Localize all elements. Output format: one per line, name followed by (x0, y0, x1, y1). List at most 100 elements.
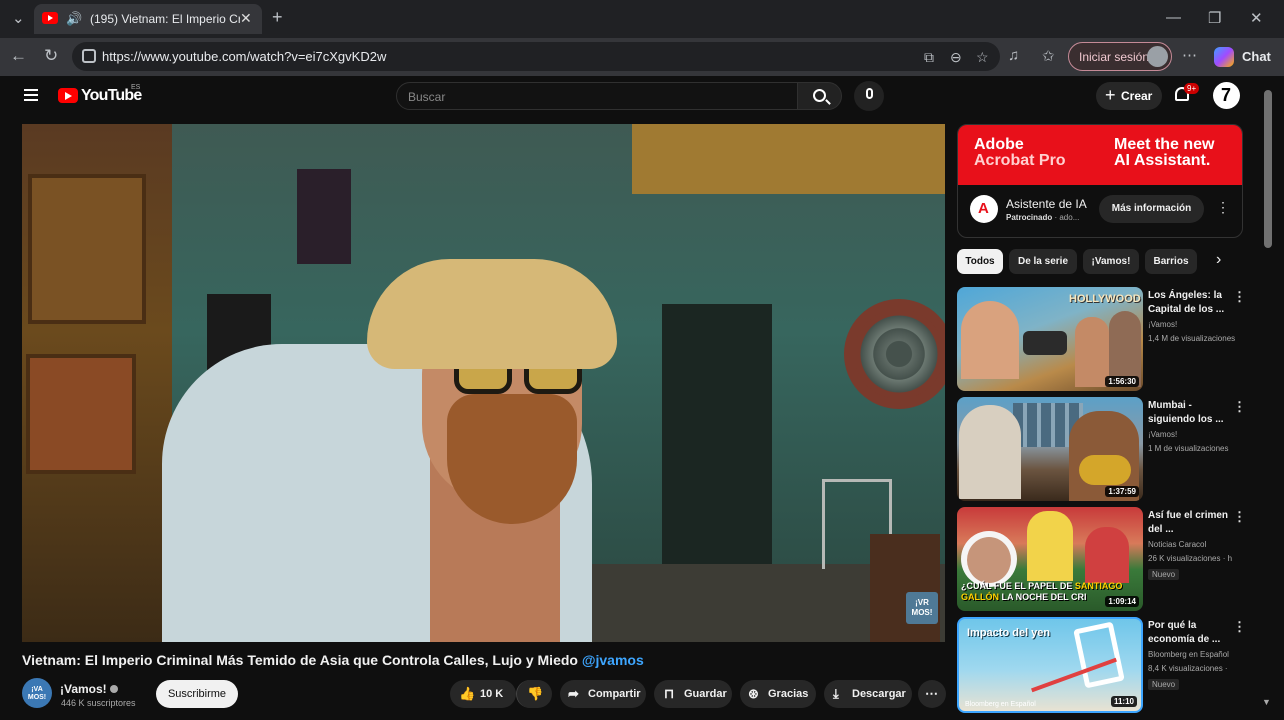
browser-toolbar: ← ↻ https://www.youtube.com/watch?v=ei7c… (0, 38, 1284, 76)
video-frame-painting (26, 354, 136, 474)
video-thumbnail[interactable]: Impacto del yen Bloomberg en Español 11:… (957, 617, 1143, 713)
video-duration: 1:37:59 (1105, 486, 1139, 497)
hamburger-menu-icon[interactable] (24, 89, 38, 101)
video-thumbnail[interactable]: HOLLYWOOD 1:56:30 (957, 287, 1143, 391)
more-options-icon[interactable]: ⋯ (1182, 46, 1197, 64)
recommended-video[interactable]: HOLLYWOOD 1:56:30 Los Ángeles: la Capita… (957, 287, 1257, 391)
video-title-text: Vietnam: El Imperio Criminal Más Temido … (22, 652, 578, 668)
chip-barrios[interactable]: Barrios (1145, 249, 1197, 274)
channel-watermark[interactable]: ¡VR MOS! (906, 592, 938, 624)
video-channel[interactable]: ¡Vamos! (1148, 320, 1246, 329)
ad-banner[interactable]: Adobe Acrobat Pro Meet the new AI Assist… (958, 125, 1242, 185)
thumbs-down-icon: 👎 (527, 686, 544, 701)
recommended-video[interactable]: Impacto del yen Bloomberg en Español 11:… (957, 617, 1257, 713)
tab-list-icon[interactable]: ⌄ (12, 9, 25, 27)
video-title[interactable]: Así fue el crimen del ... (1148, 509, 1230, 537)
ad-banner-headline-2: AI Assistant. (1114, 152, 1211, 169)
notifications-badge: 9+ (1184, 83, 1200, 94)
video-thumbnail[interactable]: 1:37:59 (957, 397, 1143, 501)
kebab-menu-icon[interactable]: ⋮ (1233, 619, 1246, 635)
more-actions-button[interactable]: ⋯ (918, 680, 946, 708)
signin-button[interactable]: Iniciar sesión (1068, 42, 1172, 71)
create-button[interactable]: + Crear (1096, 82, 1162, 110)
favorites-icon[interactable]: ✩ (1042, 47, 1055, 65)
search-button[interactable] (797, 82, 842, 110)
chevron-right-icon[interactable]: › (1216, 251, 1221, 269)
site-info-icon[interactable] (82, 49, 96, 63)
tab-audio-icon[interactable]: 🔊 (66, 11, 82, 27)
zoom-icon[interactable]: ⊖ (950, 49, 962, 66)
profile-avatar-icon (1147, 46, 1168, 67)
kebab-menu-icon[interactable]: ⋮ (1233, 509, 1246, 525)
video-thumbnail[interactable]: ¿CUÁL FUE EL PAPEL DE SANTIAGO GALLÓN LA … (957, 507, 1143, 611)
chip-vamos[interactable]: ¡Vamos! (1083, 249, 1139, 274)
favorite-star-icon[interactable]: ☆ (976, 49, 989, 66)
voice-search-button[interactable] (854, 81, 884, 111)
like-count: 10 K (480, 688, 504, 700)
video-channel[interactable]: Bloomberg en Español (1148, 650, 1246, 659)
channel-avatar[interactable]: ¡VA MOS! (22, 678, 52, 708)
share-button[interactable]: ➦ Compartir (560, 680, 646, 708)
thumbnail-person (961, 301, 1019, 379)
notifications-button[interactable]: 9+ (1175, 83, 1200, 103)
ad-kebab-icon[interactable]: ⋮ (1216, 199, 1230, 216)
video-title[interactable]: Mumbai - siguiendo los ... (1148, 399, 1230, 427)
save-button[interactable]: ⊓ Guardar (654, 680, 732, 708)
dislike-button[interactable]: 👎 (516, 680, 552, 708)
search-icon (813, 89, 826, 102)
video-duration: 1:09:14 (1105, 596, 1139, 607)
video-title-hashtag-link[interactable]: @jvamos (582, 652, 644, 668)
recommended-video[interactable]: 1:37:59 Mumbai - siguiendo los ... ¡Vamo… (957, 397, 1257, 501)
app-available-icon[interactable]: ⧉ (924, 49, 934, 66)
share-icon: ➦ (568, 686, 579, 701)
ad-banner-right: Meet the new AI Assistant. (1114, 137, 1214, 169)
ad-sponsored-suffix: · ado... (1054, 213, 1080, 222)
chip-de-la-serie[interactable]: De la serie (1009, 249, 1077, 274)
signin-label: Iniciar sesión (1079, 50, 1150, 64)
video-channel[interactable]: ¡Vamos! (1148, 430, 1246, 439)
restore-icon[interactable]: ❐ (1208, 9, 1221, 27)
youtube-logo-icon[interactable] (58, 88, 78, 103)
like-button[interactable]: 👍 10 K (450, 680, 516, 708)
url-text[interactable]: https://www.youtube.com/watch?v=ei7cXgvK… (102, 49, 386, 64)
media-control-icon[interactable]: ♫ (1008, 47, 1019, 64)
video-title[interactable]: Los Ángeles: la Capital de los ... (1148, 289, 1230, 317)
save-label: Guardar (684, 688, 727, 700)
video-channel[interactable]: Noticias Caracol (1148, 540, 1246, 549)
video-title[interactable]: Por qué la economía de ... (1148, 619, 1230, 647)
chat-label: Chat (1242, 49, 1271, 64)
verified-icon (109, 685, 118, 693)
minimize-icon[interactable]: — (1166, 9, 1181, 26)
sponsored-ad[interactable]: Adobe Acrobat Pro Meet the new AI Assist… (957, 124, 1243, 238)
chip-todos[interactable]: Todos (957, 249, 1003, 274)
thumbnail-person (967, 537, 1011, 583)
ad-cta-button[interactable]: Más información (1099, 195, 1204, 223)
browser-tab-bar: ⌄ 🔊 (195) Vietnam: El Imperio Criminal M… (0, 0, 1284, 38)
country-code: ES (131, 84, 141, 91)
channel-name-text[interactable]: ¡Vamos! (60, 682, 107, 696)
kebab-menu-icon[interactable]: ⋮ (1233, 289, 1246, 305)
ad-title: Asistente de IA (1006, 197, 1087, 211)
thanks-button[interactable]: ⊛ Gracias (740, 680, 816, 708)
recommended-video[interactable]: ¿CUÁL FUE EL PAPEL DE SANTIAGO GALLÓN LA … (957, 507, 1257, 611)
kebab-menu-icon[interactable]: ⋮ (1233, 399, 1246, 415)
scroll-down-arrow-icon[interactable]: ▼ (1262, 697, 1271, 707)
channel-name[interactable]: ¡Vamos! (60, 682, 118, 696)
new-tab-icon[interactable]: + (272, 7, 283, 28)
ad-banner-headline-1: Meet the new (1114, 136, 1215, 153)
tab-close-icon[interactable]: ✕ (240, 10, 252, 27)
search-input[interactable]: Buscar (396, 82, 798, 110)
share-label: Compartir (588, 688, 641, 700)
thumbnail-caption-part: ¿CUÁL FUE EL PAPEL DE (961, 581, 1075, 591)
address-bar[interactable]: https://www.youtube.com/watch?v=ei7cXgvK… (72, 42, 1000, 71)
reload-icon[interactable]: ↻ (44, 46, 58, 66)
back-icon[interactable]: ← (10, 46, 27, 66)
copilot-chat-button[interactable]: Chat (1210, 42, 1276, 71)
page-scrollbar[interactable] (1264, 90, 1272, 248)
window-close-icon[interactable]: ✕ (1250, 9, 1263, 27)
download-button[interactable]: ⤓ Descargar (824, 680, 912, 708)
account-avatar[interactable]: 7 (1213, 82, 1240, 109)
video-player[interactable]: ¡VR MOS! (22, 124, 945, 642)
browser-tab[interactable]: 🔊 (195) Vietnam: El Imperio Criminal Más… (34, 4, 262, 34)
subscribe-button[interactable]: Suscribirme (156, 680, 238, 708)
